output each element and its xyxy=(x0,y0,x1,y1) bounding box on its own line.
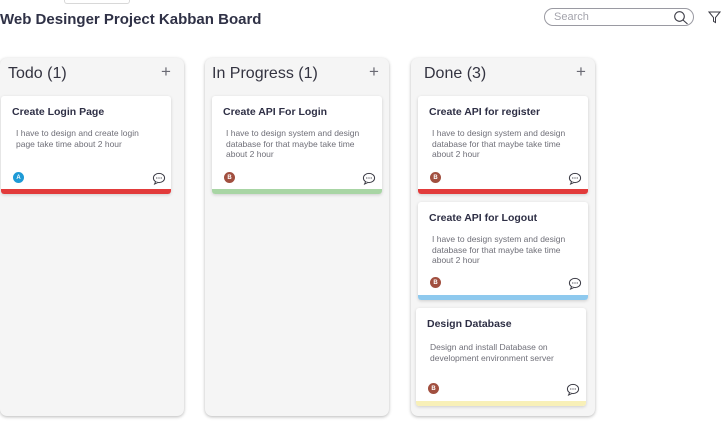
avatar[interactable]: B xyxy=(427,382,440,395)
comment-icon[interactable] xyxy=(362,172,376,185)
column-todo: Todo (1) + Create Login Page I have to d… xyxy=(0,58,184,416)
column-in-progress: In Progress (1) + Create API For Login I… xyxy=(205,58,389,416)
column-title: In Progress (1) xyxy=(212,65,318,82)
task-card[interactable]: Create API For Login I have to design sy… xyxy=(212,96,382,194)
priority-stripe xyxy=(418,189,588,194)
add-card-button[interactable]: + xyxy=(576,63,586,81)
board-title: Web Desinger Project Kabban Board xyxy=(0,11,262,28)
card-description: I have to design system and design datab… xyxy=(432,128,566,159)
card-title: Create Login Page xyxy=(12,106,105,118)
search-box[interactable] xyxy=(544,8,694,26)
comment-icon[interactable] xyxy=(566,383,580,396)
task-card[interactable]: Create API for Logout I have to design s… xyxy=(418,202,588,300)
priority-stripe xyxy=(418,295,588,300)
comment-icon[interactable] xyxy=(568,277,582,290)
priority-stripe xyxy=(1,189,171,194)
tab-stub xyxy=(64,0,130,4)
card-description: I have to design system and design datab… xyxy=(432,234,566,265)
search-input[interactable] xyxy=(554,10,672,24)
card-title: Create API for Logout xyxy=(429,212,538,224)
comment-icon[interactable] xyxy=(152,172,166,185)
task-card[interactable]: Create Login Page I have to design and c… xyxy=(1,96,171,194)
card-description: Design and install Database on developme… xyxy=(430,342,554,363)
column-title: Todo (1) xyxy=(8,65,67,82)
card-title: Design Database xyxy=(427,318,512,330)
avatar[interactable]: B xyxy=(429,171,442,184)
filter-icon[interactable] xyxy=(708,11,721,24)
avatar[interactable]: B xyxy=(223,171,236,184)
comment-icon[interactable] xyxy=(568,172,582,185)
card-description: I have to design system and design datab… xyxy=(226,128,360,159)
column-done: Done (3) + Create API for register I hav… xyxy=(411,58,595,416)
priority-stripe xyxy=(416,401,586,406)
task-card[interactable]: Design Database Design and install Datab… xyxy=(416,308,586,406)
card-title: Create API for register xyxy=(429,106,541,118)
search-icon[interactable] xyxy=(673,10,689,25)
card-title: Create API For Login xyxy=(223,106,328,118)
card-description: I have to design and create login page t… xyxy=(16,128,139,149)
avatar[interactable]: B xyxy=(429,276,442,289)
task-card[interactable]: Create API for register I have to design… xyxy=(418,96,588,194)
add-card-button[interactable]: + xyxy=(369,63,379,81)
add-card-button[interactable]: + xyxy=(161,63,171,81)
priority-stripe xyxy=(212,189,382,194)
avatar[interactable]: A xyxy=(12,171,25,184)
column-title: Done (3) xyxy=(424,65,487,82)
